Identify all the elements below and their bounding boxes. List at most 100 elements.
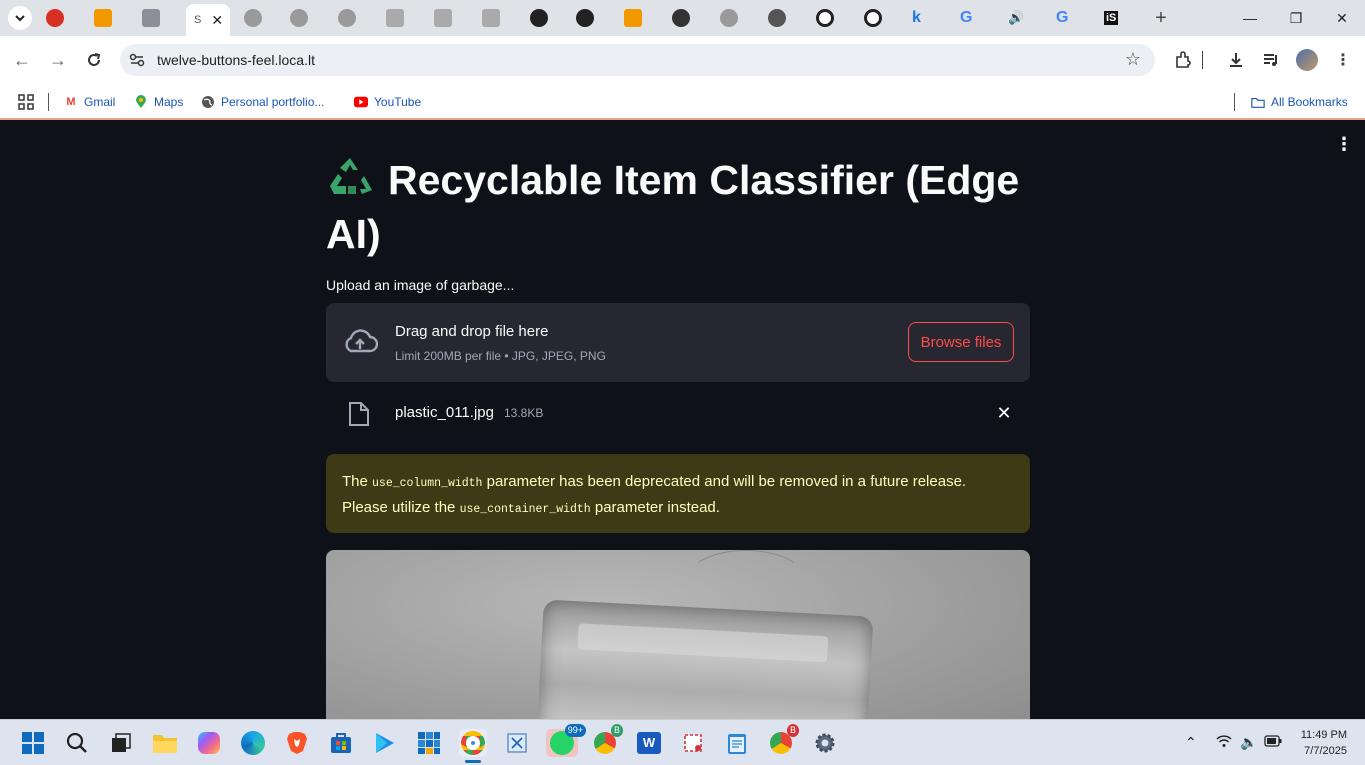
new-tab-button[interactable]: + — [1149, 6, 1173, 30]
word-icon[interactable]: W — [635, 729, 663, 757]
volume-icon[interactable]: 🔈 — [1240, 734, 1257, 751]
google-icon: G — [1056, 9, 1069, 26]
show-hidden-icons[interactable]: ⌃ — [1185, 734, 1197, 751]
wifi-icon[interactable] — [1216, 734, 1232, 751]
browser-tab[interactable] — [282, 4, 326, 32]
browser-tab[interactable] — [378, 4, 422, 32]
browser-tab[interactable]: k — [904, 4, 948, 32]
browser-tab[interactable]: G — [952, 4, 996, 32]
remove-file-icon[interactable]: ✕ — [994, 403, 1014, 424]
browser-tab[interactable] — [426, 4, 470, 32]
streamlit-app: ⋮ Recyclable Item Classifier (Edge AI) U… — [0, 121, 1365, 719]
site-info-icon[interactable] — [128, 51, 146, 69]
microsoft-store-icon[interactable] — [327, 729, 355, 757]
browser-tab[interactable] — [330, 4, 374, 32]
whatsapp-icon[interactable]: 99+ — [546, 724, 586, 757]
start-button[interactable] — [19, 729, 47, 757]
chrome-taskbar-icon[interactable] — [459, 729, 487, 763]
play-store-icon[interactable] — [371, 729, 399, 757]
bookmark-label: Personal portfolio... — [221, 95, 325, 109]
browser-tab[interactable] — [474, 4, 518, 32]
close-tab-icon[interactable]: ✕ — [211, 12, 223, 29]
orange-logo-icon — [624, 9, 642, 27]
browser-tab[interactable]: iS — [1096, 4, 1140, 32]
red-circle-icon — [46, 9, 64, 27]
image-detail — [577, 623, 829, 663]
forward-button[interactable]: → — [46, 48, 70, 72]
reload-button[interactable] — [82, 48, 106, 72]
copilot-icon[interactable] — [195, 729, 223, 757]
battery-icon[interactable] — [1264, 734, 1282, 750]
taskbar-search-icon[interactable] — [63, 729, 91, 757]
browser-tab[interactable] — [568, 4, 612, 32]
edge-icon[interactable] — [239, 729, 267, 757]
browser-tab[interactable] — [856, 4, 900, 32]
dark-circle-icon — [768, 9, 786, 27]
snipping-tool-icon[interactable] — [503, 729, 531, 757]
globe-icon — [290, 9, 308, 27]
browser-tab[interactable]: G — [1048, 4, 1092, 32]
browser-tab[interactable] — [86, 4, 132, 32]
bookmark-youtube[interactable]: YouTube — [354, 92, 421, 112]
bookmarks-divider — [48, 93, 49, 111]
openai-icon — [816, 9, 834, 27]
browser-tab[interactable] — [760, 4, 804, 32]
bookmark-personal-portfolio[interactable]: Personal portfolio... — [201, 92, 324, 112]
snip-sketch-icon[interactable] — [679, 729, 707, 757]
browser-tab[interactable] — [522, 4, 566, 32]
browser-tab[interactable] — [134, 4, 180, 32]
bookmark-maps[interactable]: Maps — [134, 92, 183, 112]
browser-tab[interactable] — [38, 4, 84, 32]
globe-icon — [201, 95, 215, 109]
chrome-profile-icon[interactable]: B — [591, 724, 623, 757]
github-icon — [530, 9, 548, 27]
browser-tab[interactable] — [712, 4, 756, 32]
k-logo-icon: k — [912, 9, 921, 26]
profile-badge: B — [786, 724, 799, 737]
openai-icon — [864, 9, 882, 27]
grey-logo-icon — [142, 9, 160, 27]
browser-tab[interactable] — [664, 4, 708, 32]
grey-logo-icon — [482, 9, 500, 27]
uploaded-file-size: 13.8KB — [504, 406, 544, 420]
minimize-button[interactable]: — — [1227, 0, 1273, 36]
browser-tab[interactable]: 🔊 — [1000, 4, 1044, 32]
browser-tab-active[interactable]: S ✕ — [186, 4, 230, 36]
dark-circle-icon — [672, 9, 690, 27]
warning-text: parameter instead. — [594, 499, 720, 516]
brave-icon[interactable] — [283, 729, 311, 757]
bookmark-gmail[interactable]: M Gmail — [64, 92, 115, 112]
all-bookmarks-button[interactable]: All Bookmarks — [1251, 92, 1348, 112]
notepad-icon[interactable] — [723, 729, 751, 757]
extensions-icon[interactable] — [1171, 48, 1195, 72]
back-button[interactable]: ← — [10, 48, 34, 72]
speaker-icon: 🔊 — [1008, 10, 1025, 25]
address-bar[interactable]: twelve-buttons-feel.loca.lt ☆ — [120, 44, 1155, 76]
file-dropzone[interactable]: Drag and drop file here Limit 200MB per … — [326, 303, 1030, 382]
chrome-profile-icon[interactable]: B — [767, 724, 799, 757]
file-explorer-icon[interactable] — [151, 729, 179, 757]
system-clock[interactable]: 11:49 PM 7/7/2025 — [1301, 727, 1347, 759]
warning-text: The — [342, 473, 368, 490]
settings-gear-icon[interactable] — [811, 729, 839, 757]
browser-tab[interactable] — [236, 4, 280, 32]
dropzone-limit: Limit 200MB per file • JPG, JPEG, PNG — [395, 349, 606, 363]
close-window-button[interactable]: ✕ — [1319, 0, 1365, 36]
toolbar-divider — [1198, 48, 1206, 72]
chrome-menu-icon[interactable]: ⋮ — [1331, 48, 1355, 72]
cloud-upload-icon — [345, 329, 378, 353]
dropzone-title: Drag and drop file here — [395, 323, 549, 340]
browser-tab[interactable] — [808, 4, 852, 32]
restore-button[interactable]: ❐ — [1273, 0, 1319, 36]
browse-files-button[interactable]: Browse files — [908, 322, 1014, 362]
media-controls-icon[interactable] — [1259, 48, 1283, 72]
apps-grid-icon[interactable] — [18, 92, 34, 112]
downloads-icon[interactable] — [1224, 48, 1248, 72]
app-menu-icon[interactable]: ⋮ — [1335, 135, 1353, 153]
bookmark-star-icon[interactable]: ☆ — [1125, 49, 1141, 70]
task-view-icon[interactable] — [107, 729, 135, 757]
profile-avatar[interactable] — [1295, 48, 1319, 72]
browser-tab[interactable] — [616, 4, 660, 32]
tab-search-button[interactable] — [8, 6, 32, 30]
grid-app-icon[interactable] — [415, 729, 443, 757]
